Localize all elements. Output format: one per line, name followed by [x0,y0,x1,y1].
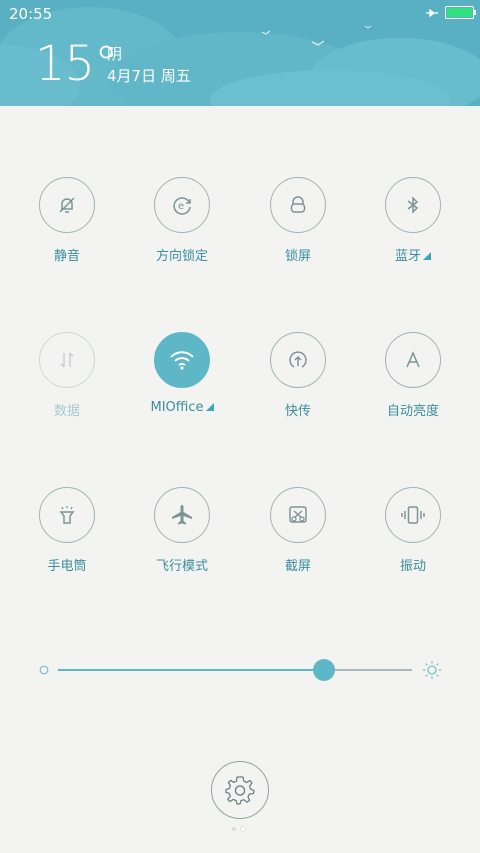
toggle-vibrate[interactable]: 振动 [363,487,463,574]
brightness-slider[interactable] [38,658,444,682]
toggle-bluetooth-circle[interactable] [385,177,441,233]
toggle-bluetooth[interactable]: 蓝牙 [363,177,463,264]
weather-condition: 阴 [107,45,123,63]
toggle-label: 方向锁定 [155,249,208,264]
toggle-label: 自动亮度 [386,404,439,419]
toggle-label: 静音 [53,249,80,264]
wifi-icon [170,351,194,370]
airplane-icon [172,505,192,525]
toggle-label: MIOffice [150,400,204,415]
flashlight-icon [59,506,75,524]
expand-triangle-icon[interactable] [205,403,214,411]
vibrate-icon [401,506,425,524]
toggle-auto-brightness[interactable]: 自动亮度 [363,332,463,419]
toggle-airplane[interactable]: 飞行模式 [132,487,232,574]
toggle-mobile-data-circle[interactable] [39,332,95,388]
quick-transfer-icon [289,351,307,368]
weather-header: 20:55 15° 阴 4月7日 周五 [0,0,480,106]
page-dot [232,827,236,831]
toggle-quick-transfer[interactable]: 快传 [248,332,348,419]
brightness-thumb[interactable] [312,659,335,681]
brightness-high-icon [423,661,441,679]
page-indicator [232,827,245,831]
brightness-low-icon [39,665,49,675]
toggle-rotation-lock-circle[interactable]: e [154,177,210,233]
rotation-lock-icon: e [173,197,191,215]
status-icons [425,6,476,19]
toggle-quick-transfer-circle[interactable] [270,332,326,388]
battery-fill [447,8,472,17]
bell-off-icon [59,197,75,213]
brightness-track-fill [58,669,324,671]
bluetooth-icon [407,196,419,214]
toggle-mute[interactable]: 静音 [17,177,117,264]
toggle-auto-brightness-circle[interactable] [385,332,441,388]
auto-brightness-icon [406,351,420,368]
toggle-label: 截屏 [284,559,311,574]
brightness-track[interactable] [58,659,412,681]
toggle-label-row: MIOffice [132,400,232,415]
charging-icon [426,8,438,17]
toggle-mute-circle[interactable] [39,177,95,233]
toggle-label: 锁屏 [284,249,311,264]
gear-icon [225,776,255,805]
toggle-mobile-data[interactable]: 数据 [17,332,117,419]
temperature: 15° [35,36,118,92]
status-time: 20:55 [9,5,53,23]
toggle-flashlight[interactable]: 手电筒 [17,487,117,574]
expand-triangle-icon[interactable] [423,252,431,260]
toggle-screenshot-circle[interactable] [270,487,326,543]
toggle-label: 数据 [53,404,80,419]
toggle-label: 振动 [399,559,426,574]
toggle-wifi-circle[interactable] [154,332,210,388]
toggle-flashlight-circle[interactable] [39,487,95,543]
page-dot-active [241,827,245,831]
screenshot-icon [289,506,307,523]
toggle-airplane-circle[interactable] [154,487,210,543]
battery-icon [445,6,476,19]
toggle-label: 蓝牙 [394,249,421,264]
toggle-vibrate-circle[interactable] [385,487,441,543]
toggle-label-row: 蓝牙 [363,245,463,264]
toggle-wifi[interactable]: MIOffice [132,332,232,415]
lock-icon [290,196,306,213]
toggle-label: 手电筒 [47,559,87,574]
toggle-rotation-lock[interactable]: e 方向锁定 [132,177,232,264]
settings-button[interactable] [211,761,269,819]
date-label: 4月7日 周五 [107,67,191,85]
svg-text:e: e [178,201,184,212]
mobile-data-icon [60,352,74,368]
toggle-lock-screen-circle[interactable] [270,177,326,233]
toggle-label: 快传 [284,404,311,419]
toggle-screenshot[interactable]: 截屏 [248,487,348,574]
toggle-label: 飞行模式 [155,559,208,574]
toggle-lock-screen[interactable]: 锁屏 [248,177,348,264]
